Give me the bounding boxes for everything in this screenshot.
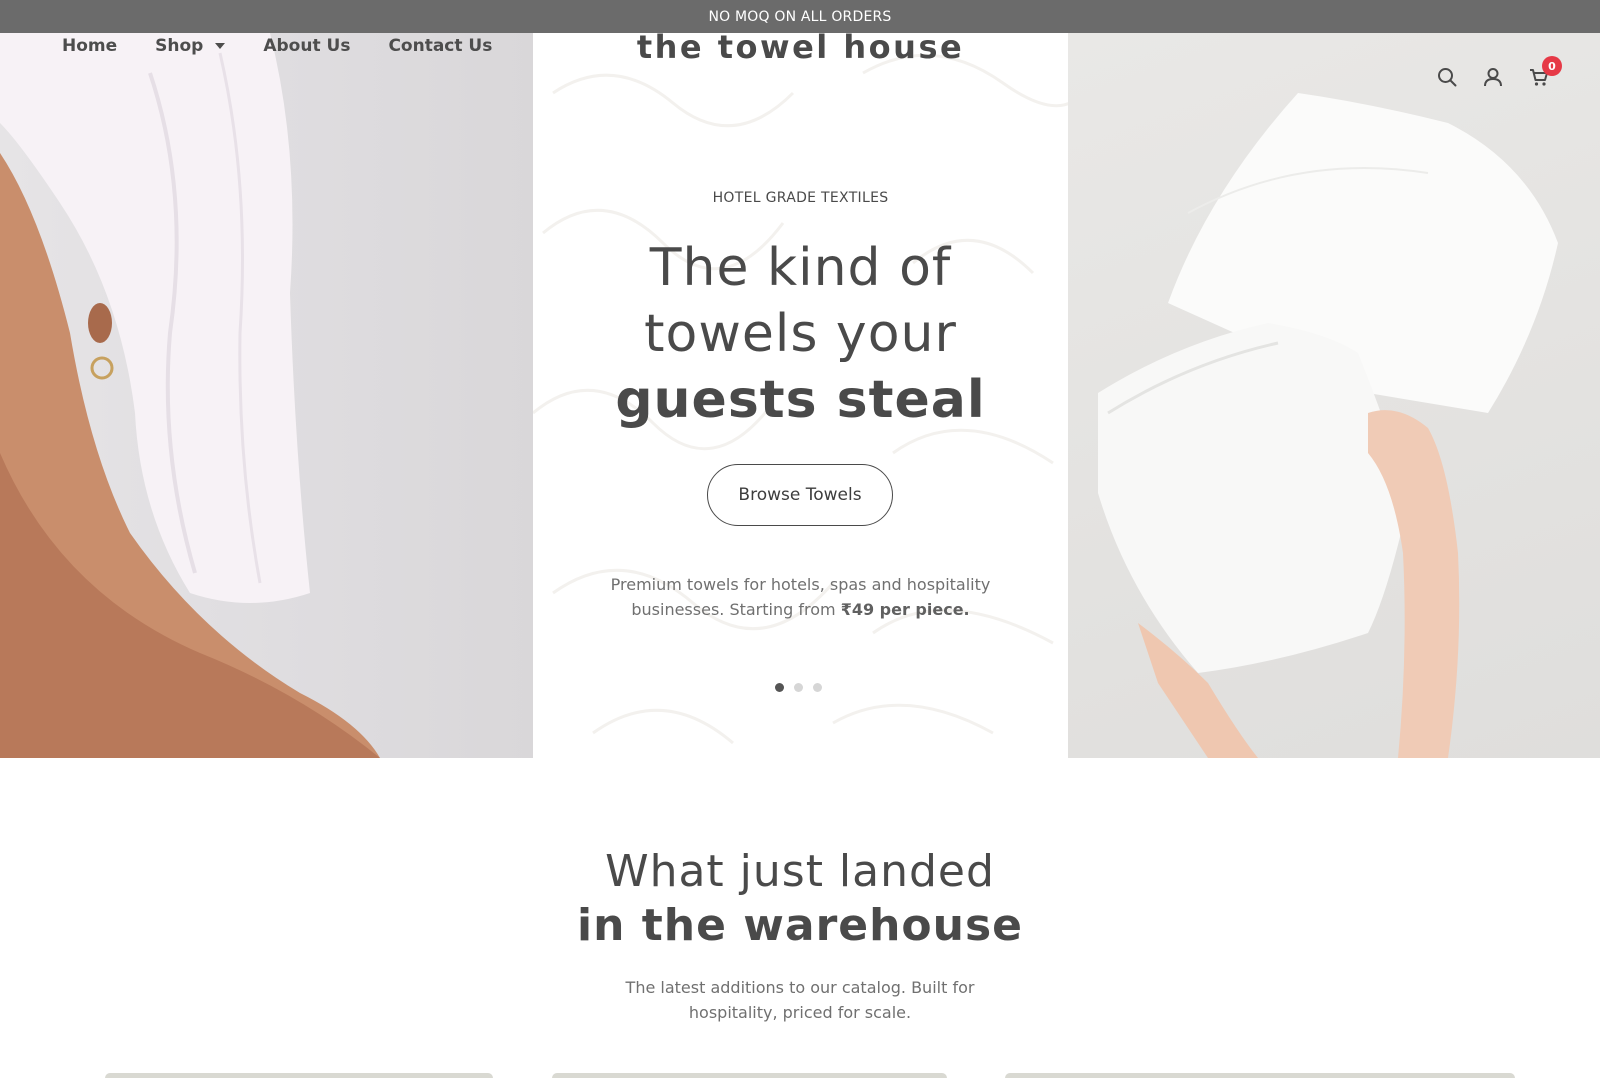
hero-image-left <box>0 33 533 758</box>
nav-shop-label: Shop <box>155 36 204 56</box>
browse-towels-button[interactable]: Browse Towels <box>707 464 893 526</box>
announcement-text: NO MOQ ON ALL ORDERS <box>708 8 892 25</box>
cart-icon[interactable]: 0 <box>1528 56 1562 88</box>
hero-desc-line1: Premium towels for hotels, spas and hosp… <box>610 575 991 594</box>
brand-logo[interactable]: the towel house <box>533 28 1068 66</box>
hero-headline-line2: towels your <box>644 304 957 364</box>
hero-headline-line3: guests steal <box>615 370 986 430</box>
search-icon[interactable] <box>1436 66 1458 88</box>
new-arrivals-subtitle: The latest additions to our catalog. Bui… <box>0 975 1600 1025</box>
section-title-line1: What just landed <box>605 846 995 897</box>
header-icons: 0 <box>1436 56 1562 88</box>
nav-contact[interactable]: Contact Us <box>388 36 492 56</box>
hero-price: ₹49 per piece. <box>840 600 970 619</box>
product-card[interactable] <box>1005 1073 1515 1078</box>
nav-home[interactable]: Home <box>62 36 117 56</box>
nav-about-label: About Us <box>263 36 351 56</box>
hero-headline-line1: The kind of <box>649 238 952 298</box>
product-card[interactable] <box>105 1073 493 1078</box>
section-title-line2: in the warehouse <box>576 900 1024 951</box>
nav-shop[interactable]: Shop <box>155 36 226 56</box>
slide-dot-2[interactable] <box>794 683 803 692</box>
chevron-down-icon <box>215 43 226 49</box>
hero-headline: The kind of towels your guests steal <box>533 235 1068 433</box>
cart-count-badge: 0 <box>1542 56 1562 76</box>
main-nav: Home Shop About Us Contact Us <box>62 36 530 56</box>
hero-image-right <box>1068 33 1600 758</box>
section-sub-line1: The latest additions to our catalog. Bui… <box>625 978 975 997</box>
user-icon[interactable] <box>1482 66 1504 88</box>
product-card[interactable] <box>552 1073 947 1078</box>
new-arrivals-title: What just landed in the warehouse <box>0 845 1600 953</box>
towel-head-illustration <box>0 33 380 758</box>
nav-contact-label: Contact Us <box>388 36 493 56</box>
hero-eyebrow: HOTEL GRADE TEXTILES <box>712 190 889 206</box>
folded-towels-illustration <box>1098 93 1558 758</box>
section-sub-line2: hospitality, priced for scale. <box>688 1003 912 1022</box>
nav-about[interactable]: About Us <box>263 36 350 56</box>
slide-dot-1[interactable] <box>775 683 784 692</box>
hero-desc-line2: businesses. Starting from <box>631 600 841 619</box>
slide-dot-3[interactable] <box>813 683 822 692</box>
slider-dots <box>775 683 822 692</box>
hero-description: Premium towels for hotels, spas and hosp… <box>533 572 1068 622</box>
nav-home-label: Home <box>62 36 118 56</box>
